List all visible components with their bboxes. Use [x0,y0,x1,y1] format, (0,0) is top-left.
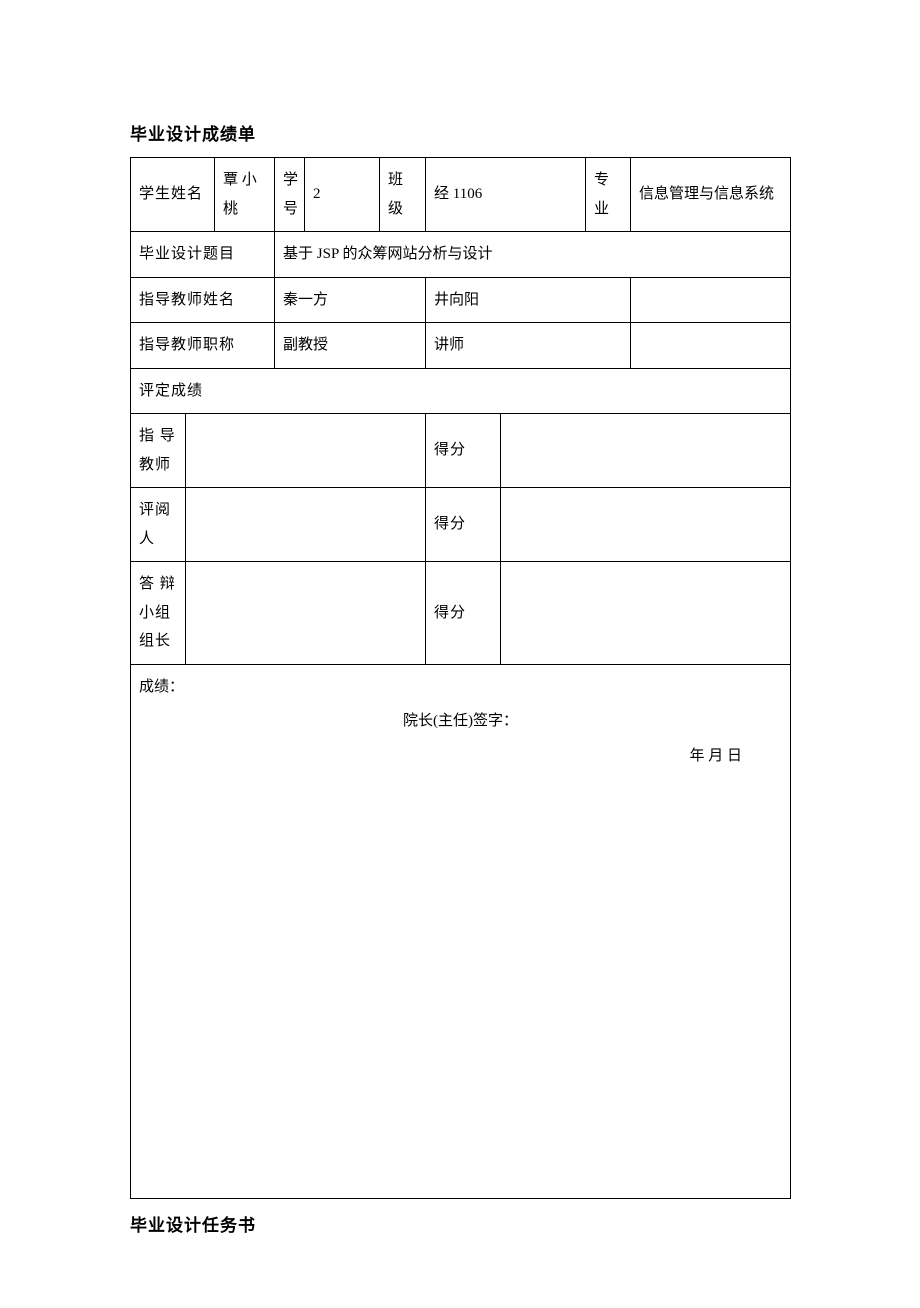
sign-date-label: 年 月 日 [139,742,782,771]
sign-dean-label: 院长(主任)签字： [139,707,782,736]
value-score-reviewer [501,488,791,562]
row-score-defense: 答 辩 小组组长 得分 [131,562,791,665]
label-score-advisor: 指 导教师 [131,414,186,488]
row-eval-header: 评定成绩 [131,368,791,414]
label-student-id: 学号 [275,158,305,232]
sign-empty-space [139,770,782,1190]
value-title3 [631,323,791,369]
label-eval: 评定成绩 [131,368,791,414]
row-score-reviewer: 评阅人 得分 [131,488,791,562]
label-student-name: 学生姓名 [131,158,215,232]
value-score-defense [501,562,791,665]
value-student-id: 2 [305,158,380,232]
row-score-advisor: 指 导教师 得分 [131,414,791,488]
page: 毕业设计成绩单 学生姓名 覃 小桃 学号 2 班级 经 1106 专业 信息管理… [0,0,920,1308]
label-advisor-title: 指导教师职称 [131,323,275,369]
value-defense-sign [186,562,426,665]
label-topic: 毕业设计题目 [131,232,275,278]
grade-table: 学生姓名 覃 小桃 学号 2 班级 经 1106 专业 信息管理与信息系统 毕业… [130,157,791,1199]
label-score-1: 得分 [426,414,501,488]
value-title2: 讲师 [426,323,631,369]
value-title1: 副教授 [275,323,426,369]
label-score-2: 得分 [426,488,501,562]
row-student: 学生姓名 覃 小桃 学号 2 班级 经 1106 专业 信息管理与信息系统 [131,158,791,232]
row-topic: 毕业设计题目 基于 JSP 的众筹网站分析与设计 [131,232,791,278]
row-sign-block: 成绩： 院长(主任)签字： 年 月 日 [131,664,791,1199]
value-score-advisor [501,414,791,488]
value-class: 经 1106 [426,158,586,232]
value-topic: 基于 JSP 的众筹网站分析与设计 [275,232,791,278]
value-advisor-sign [186,414,426,488]
sign-grade-label: 成绩： [139,673,782,702]
sign-block: 成绩： 院长(主任)签字： 年 月 日 [131,664,791,1199]
value-advisor3 [631,277,791,323]
value-advisor2: 井向阳 [426,277,631,323]
label-advisor-name: 指导教师姓名 [131,277,275,323]
label-score-reviewer: 评阅人 [131,488,186,562]
label-major: 专业 [586,158,631,232]
value-student-name: 覃 小桃 [215,158,275,232]
label-class: 班级 [380,158,426,232]
value-major: 信息管理与信息系统 [631,158,791,232]
page-title-top: 毕业设计成绩单 [130,120,790,145]
row-advisor-title: 指导教师职称 副教授 讲师 [131,323,791,369]
value-advisor1: 秦一方 [275,277,426,323]
label-score-3: 得分 [426,562,501,665]
label-score-defense: 答 辩 小组组长 [131,562,186,665]
value-reviewer-sign [186,488,426,562]
row-advisor-name: 指导教师姓名 秦一方 井向阳 [131,277,791,323]
page-title-bottom: 毕业设计任务书 [130,1211,790,1236]
